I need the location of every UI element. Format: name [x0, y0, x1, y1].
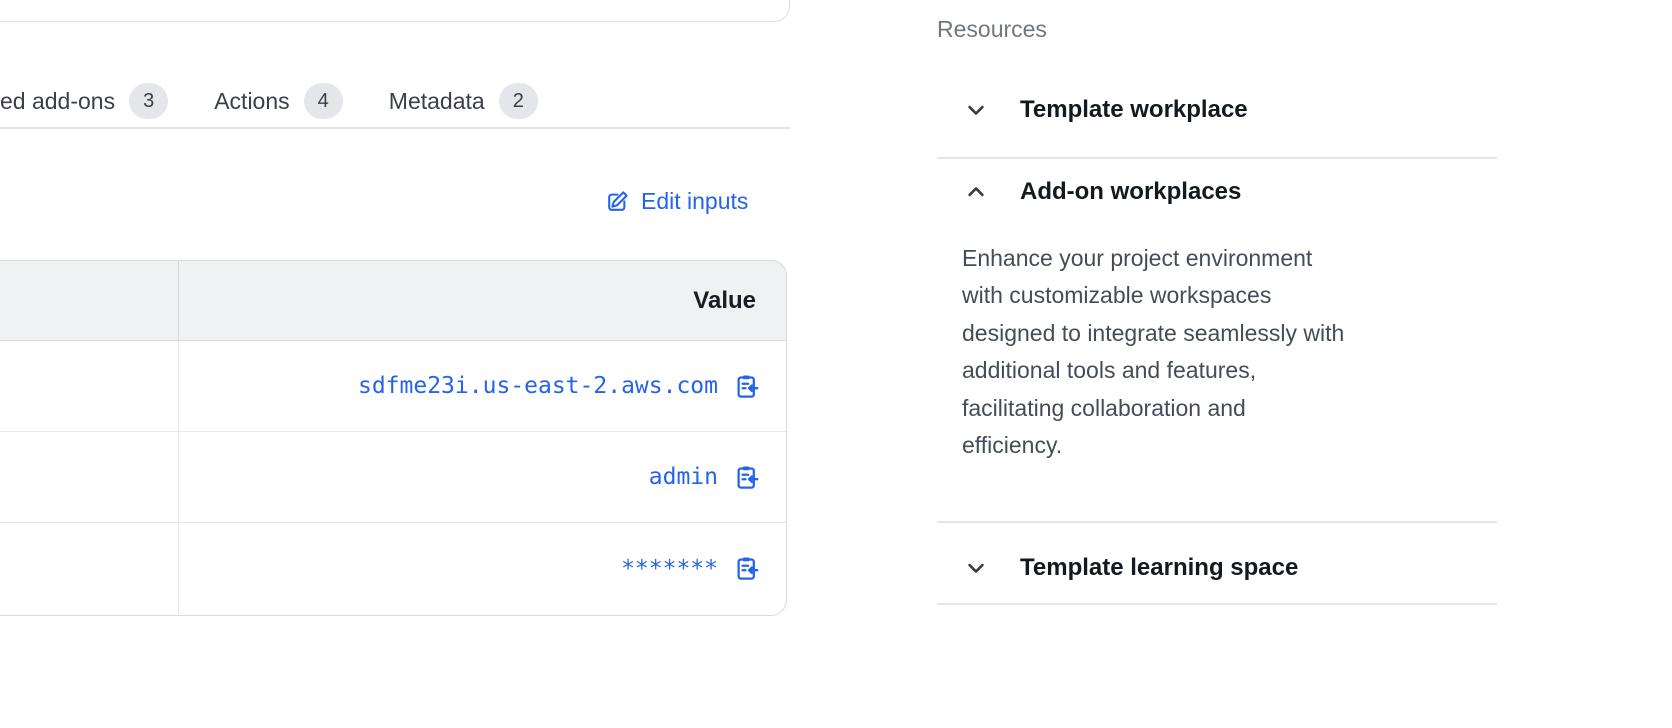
- description-line: facilitating collaboration and: [962, 390, 1467, 427]
- section-template-learning-space[interactable]: Template learning space: [937, 546, 1298, 590]
- section-divider: [937, 521, 1497, 523]
- tab-installed-add-ons-count-badge: 3: [129, 83, 168, 119]
- edit-inputs-button[interactable]: Edit inputs: [604, 188, 748, 215]
- section-add-on-workplaces[interactable]: Add-on workplaces: [937, 170, 1241, 214]
- clipboard-copy-icon[interactable]: [733, 464, 760, 491]
- tab-metadata[interactable]: Metadata 2: [389, 83, 538, 119]
- inputs-table-header-name: [0, 261, 179, 340]
- section-template-workplace[interactable]: Template workplace: [937, 88, 1248, 132]
- tab-bar-divider: [0, 127, 790, 129]
- row-value-cell: admin: [179, 432, 786, 522]
- chevron-down-icon: [962, 96, 990, 124]
- row-value-text: admin: [649, 464, 718, 490]
- tab-actions-label: Actions: [214, 88, 289, 115]
- row-name-cell: [0, 341, 179, 431]
- section-template-learning-space-title: Template learning space: [1020, 554, 1298, 582]
- inputs-table-header-value: Value: [179, 261, 786, 340]
- section-divider: [937, 603, 1497, 605]
- section-template-workplace-title: Template workplace: [1020, 96, 1248, 124]
- inputs-table-header-row: Value: [0, 261, 786, 341]
- chevron-down-icon: [962, 554, 990, 582]
- row-value-text-masked: *******: [621, 556, 718, 582]
- clipboard-copy-icon[interactable]: [733, 373, 760, 400]
- pencil-square-icon: [604, 189, 630, 215]
- tab-actions[interactable]: Actions 4: [214, 83, 343, 119]
- row-value-cell: *******: [179, 523, 786, 614]
- table-row: sdfme23i.us-east-2.aws.com: [0, 341, 786, 432]
- description-line: additional tools and features,: [962, 352, 1467, 389]
- page-canvas: ed add-ons 3 Actions 4 Metadata 2 Edit i…: [0, 0, 1672, 728]
- row-value-cell: sdfme23i.us-east-2.aws.com: [179, 341, 786, 431]
- description-line: Enhance your project environment: [962, 240, 1467, 277]
- tab-metadata-count-badge: 2: [499, 83, 538, 119]
- add-on-workplaces-description: Enhance your project environment with cu…: [962, 240, 1467, 464]
- section-divider: [937, 157, 1497, 159]
- row-name-cell: [0, 432, 179, 522]
- tab-bar: ed add-ons 3 Actions 4 Metadata 2: [0, 78, 538, 124]
- tab-actions-count-badge: 4: [304, 83, 343, 119]
- tab-metadata-label: Metadata: [389, 88, 485, 115]
- row-name-cell: [0, 523, 179, 614]
- description-line: designed to integrate seamlessly with: [962, 315, 1467, 352]
- section-add-on-workplaces-title: Add-on workplaces: [1020, 178, 1241, 206]
- table-row: *******: [0, 523, 786, 614]
- chevron-up-icon: [962, 178, 990, 206]
- description-line: efficiency.: [962, 427, 1467, 464]
- row-value-text: sdfme23i.us-east-2.aws.com: [358, 373, 718, 399]
- description-line: with customizable workspaces: [962, 277, 1467, 314]
- inputs-table: Value sdfme23i.us-east-2.aws.com: [0, 260, 787, 616]
- resources-panel-title: Resources: [937, 16, 1047, 43]
- clipboard-copy-icon[interactable]: [733, 555, 760, 582]
- tab-installed-add-ons[interactable]: ed add-ons 3: [0, 83, 168, 119]
- tab-installed-add-ons-label: ed add-ons: [0, 88, 115, 115]
- truncated-card-above: [0, 0, 790, 22]
- table-row: admin: [0, 432, 786, 523]
- edit-inputs-label: Edit inputs: [641, 188, 748, 215]
